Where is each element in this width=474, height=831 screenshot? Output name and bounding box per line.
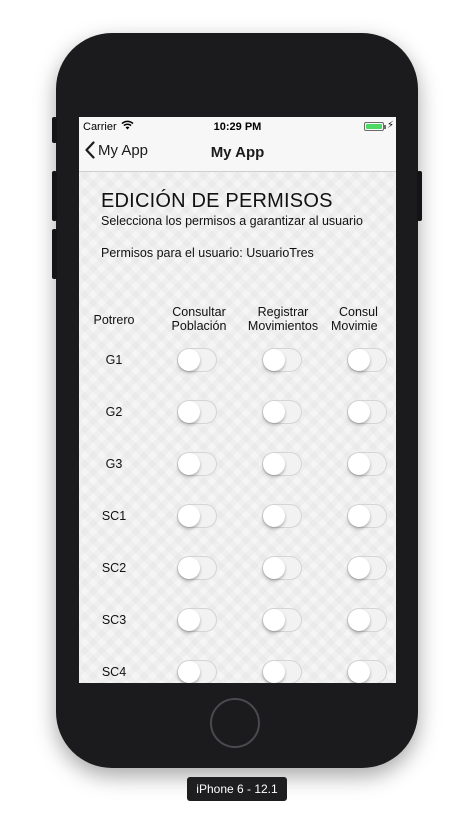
volume-down-button [52, 229, 57, 279]
navigation-bar: My App My App [79, 137, 396, 172]
toggle-knob [178, 505, 200, 527]
column-header-line2: Movimientos [247, 319, 319, 333]
toggle-knob [348, 557, 370, 579]
column-header-line1: Consultar [172, 305, 226, 319]
home-button[interactable] [210, 698, 260, 748]
column-header-potrero: Potrero [93, 313, 135, 327]
permission-toggle[interactable] [262, 452, 302, 476]
toggle-knob [348, 661, 370, 683]
row-label: G3 [105, 457, 123, 471]
back-button[interactable]: My App [85, 141, 148, 159]
toggle-knob [263, 609, 285, 631]
row-label: SC1 [101, 509, 127, 523]
permission-toggle[interactable] [177, 348, 217, 372]
toggle-knob [263, 453, 285, 475]
permission-toggle[interactable] [262, 660, 302, 683]
power-button [417, 171, 422, 221]
permission-toggle[interactable] [262, 348, 302, 372]
permission-toggle[interactable] [262, 400, 302, 424]
row-label: G2 [105, 405, 123, 419]
clock: 10:29 PM [213, 121, 262, 133]
permission-toggle[interactable] [347, 660, 387, 683]
battery-icon [364, 122, 386, 131]
permission-toggle[interactable] [347, 504, 387, 528]
page-subtitle: Selecciona los permisos a garantizar al … [101, 214, 363, 228]
mute-switch [52, 117, 57, 143]
column-header-line1: Registrar [257, 305, 309, 319]
permission-toggle[interactable] [262, 504, 302, 528]
row-label: SC4 [101, 665, 127, 679]
row-label: SC3 [101, 613, 127, 627]
permission-toggle[interactable] [262, 608, 302, 632]
page-title: EDICIÓN DE PERMISOS [101, 190, 333, 212]
column-header-consultar-poblacion: Consultar Población [159, 305, 239, 333]
app-screen: Carrier 10:29 PM ⚡ My App My App EDICIÓN… [79, 117, 396, 683]
toggle-knob [348, 453, 370, 475]
column-header-consultar-movimientos: Consul Movimie [331, 305, 396, 333]
status-bar: Carrier 10:29 PM ⚡ [79, 117, 396, 137]
permission-toggle[interactable] [347, 400, 387, 424]
back-label: My App [98, 141, 149, 159]
column-header-line2: Población [171, 319, 227, 333]
permission-toggle[interactable] [177, 608, 217, 632]
row-label: G1 [105, 353, 123, 367]
column-header-line2: Movimie [331, 319, 378, 333]
toggle-knob [263, 661, 285, 683]
toggle-knob [178, 453, 200, 475]
row-label: SC2 [101, 561, 127, 575]
permission-toggle[interactable] [347, 608, 387, 632]
toggle-knob [348, 609, 370, 631]
toggle-knob [178, 609, 200, 631]
toggle-knob [178, 349, 200, 371]
permission-toggle[interactable] [347, 348, 387, 372]
device-name-label: iPhone 6 - 12.1 [187, 777, 287, 801]
user-line: Permisos para el usuario: UsuarioTres [101, 246, 314, 260]
permission-toggle[interactable] [347, 556, 387, 580]
toggle-knob [263, 557, 285, 579]
toggle-knob [263, 349, 285, 371]
charging-icon: ⚡ [386, 120, 394, 131]
toggle-knob [348, 401, 370, 423]
column-header-potrero-label: Potrero [93, 313, 135, 327]
permission-toggle[interactable] [177, 504, 217, 528]
toggle-knob [348, 349, 370, 371]
permission-toggle[interactable] [262, 556, 302, 580]
permission-toggle[interactable] [177, 400, 217, 424]
permission-toggle[interactable] [177, 660, 217, 683]
permission-toggle[interactable] [347, 452, 387, 476]
permissions-content[interactable]: EDICIÓN DE PERMISOS Selecciona los permi… [79, 172, 396, 683]
toggle-knob [348, 505, 370, 527]
chevron-left-icon [85, 141, 95, 159]
column-header-registrar-movimientos: Registrar Movimientos [243, 305, 323, 333]
permission-toggle[interactable] [177, 452, 217, 476]
permission-toggle[interactable] [177, 556, 217, 580]
toggle-knob [178, 401, 200, 423]
toggle-knob [178, 661, 200, 683]
column-header-line1: Consul [339, 305, 378, 319]
toggle-knob [263, 401, 285, 423]
volume-up-button [52, 171, 57, 221]
toggle-knob [178, 557, 200, 579]
toggle-knob [263, 505, 285, 527]
